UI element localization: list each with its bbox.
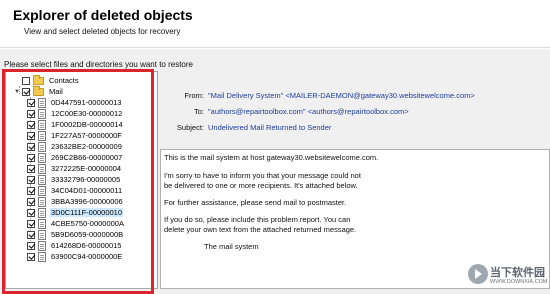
tree-node-mail[interactable]: ▼ Mail (13, 85, 64, 97)
tree-node-mail-item[interactable]: 4CBE5750-0000000A (27, 218, 125, 229)
dialog-subtitle: View and select deleted objects for reco… (24, 27, 181, 36)
mail-item-checkbox[interactable] (27, 208, 35, 217)
mail-message-icon (38, 185, 46, 196)
mail-item-label: 3272225E-00000004 (51, 164, 122, 173)
folder-icon (33, 85, 44, 96)
body-line: be delivered to one or more recipients. … (164, 181, 358, 190)
tree-node-contacts[interactable]: Contacts (13, 74, 80, 86)
tree-node-mail-item[interactable]: 23632BE2-00000009 (27, 141, 123, 152)
tree-node-mail-item[interactable]: 614268D6-00000015 (27, 240, 122, 251)
contacts-checkbox[interactable] (22, 76, 30, 85)
from-label: From: (184, 91, 204, 100)
mail-message-icon (38, 108, 46, 119)
mail-item-label: 34C04D01-00000011 (51, 186, 123, 195)
mail-message-icon (38, 196, 46, 207)
mail-item-checkbox[interactable] (27, 153, 35, 162)
mail-checkbox[interactable] (22, 87, 30, 96)
from-value: "Mail Delivery System" <MAILER-DAEMON@ga… (208, 91, 475, 100)
mail-item-checkbox[interactable] (27, 252, 35, 261)
tree-node-mail-item[interactable]: 5B9D6059-0000000B (27, 229, 124, 240)
mail-message-icon (38, 152, 46, 163)
mail-item-checkbox[interactable] (27, 142, 35, 151)
subject-row: Subject: Undelivered Mail Returned to Se… (160, 123, 332, 132)
mail-item-checkbox[interactable] (27, 241, 35, 250)
tree-node-mail-item[interactable]: 3D0C111F-00000010 (27, 207, 124, 218)
tree-node-mail-item[interactable]: 0D447591-00000013 (27, 97, 122, 108)
body-line: The mail system (204, 242, 259, 251)
watermark-brand: 当下软件园 (490, 267, 545, 279)
mail-item-label: 33332796-00000005 (51, 175, 121, 184)
tree-node-mail-item[interactable]: 34C04D01-00000011 (27, 185, 123, 196)
tree-node-mail-item[interactable]: 12C00E30-00000012 (27, 108, 123, 119)
mail-message-icon (38, 218, 46, 229)
mail-item-checkbox[interactable] (27, 98, 35, 107)
body-line: If you do so, please include this proble… (164, 215, 351, 224)
watermark-logo: 当下软件园 WWW.DOWNXIA.COM (468, 262, 548, 290)
mail-message-icon (38, 163, 46, 174)
mail-item-label: 3D0C111F-00000010 (50, 208, 124, 217)
mail-item-checkbox[interactable] (27, 109, 35, 118)
mail-item-label: 269C2B66-00000007 (51, 153, 123, 162)
tree-node-mail-item[interactable]: 63900C94-0000000E (27, 251, 123, 262)
mail-message-icon (38, 240, 46, 251)
folder-icon (33, 74, 44, 85)
mail-item-checkbox[interactable] (27, 219, 35, 228)
mail-message-icon (38, 97, 46, 108)
subject-label: Subject: (176, 123, 204, 132)
mail-item-checkbox[interactable] (27, 120, 35, 129)
to-label: To: (193, 107, 204, 116)
dialog-content: Please select files and directories you … (0, 49, 550, 294)
mail-item-checkbox[interactable] (27, 131, 35, 140)
mail-item-label: 23632BE2-00000009 (51, 142, 122, 151)
tree-node-label: Contacts (49, 76, 79, 85)
to-value: "authors@repairtoolbox.com" <authors@rep… (208, 107, 409, 116)
mail-message-icon (38, 141, 46, 152)
mail-message-icon (38, 229, 46, 240)
tree-node-mail-item[interactable]: 3272225E-00000004 (27, 163, 122, 174)
body-line: I'm sorry to have to inform you that you… (164, 171, 361, 180)
tree-node-mail-item[interactable]: 3BBA3996-00000006 (27, 196, 124, 207)
mail-item-label: 614268D6-00000015 (51, 241, 122, 250)
tree-node-mail-item[interactable]: 33332796-00000005 (27, 174, 121, 185)
mail-message-icon (38, 119, 46, 130)
mail-item-label: 1F0002DB-00000014 (51, 120, 123, 129)
dialog-header: Explorer of deleted objects View and sel… (0, 0, 550, 48)
mail-message-icon (38, 174, 46, 185)
restore-prompt: Please select files and directories you … (4, 60, 193, 69)
mail-item-label: 0D447591-00000013 (51, 98, 122, 107)
to-row: To: "authors@repairtoolbox.com" <authors… (160, 107, 409, 116)
mail-item-checkbox[interactable] (27, 197, 35, 206)
watermark-url: WWW.DOWNXIA.COM (490, 279, 548, 285)
subject-value: Undelivered Mail Returned to Sender (208, 123, 332, 132)
tree-node-label: Mail (49, 87, 63, 96)
mail-message-icon (38, 130, 46, 141)
expander-blank (13, 77, 21, 85)
mail-item-label: 3BBA3996-00000006 (51, 197, 123, 206)
message-details: From: "Mail Delivery System" <MAILER-DAE… (160, 71, 550, 291)
mail-item-label: 5B9D6059-0000000B (51, 230, 124, 239)
play-logo-icon (468, 264, 488, 284)
body-line: delete your own text from the attached r… (164, 225, 357, 234)
mail-message-icon (38, 207, 46, 218)
tree-node-mail-item[interactable]: 1F227A57-0000000F (27, 130, 123, 141)
mail-item-checkbox[interactable] (27, 186, 35, 195)
deleted-objects-tree[interactable]: Contacts ▼ Mail 0D447591-00000013 12C00E3… (5, 71, 158, 289)
body-line: For further assistance, please send mail… (164, 198, 347, 207)
mail-item-checkbox[interactable] (27, 164, 35, 173)
mail-message-icon (38, 251, 46, 262)
dialog-title: Explorer of deleted objects (13, 7, 193, 23)
mail-item-label: 4CBE5750-0000000A (51, 219, 124, 228)
mail-item-label: 12C00E30-00000012 (51, 109, 123, 118)
mail-item-checkbox[interactable] (27, 230, 35, 239)
from-row: From: "Mail Delivery System" <MAILER-DAE… (160, 91, 475, 100)
mail-item-label: 1F227A57-0000000F (51, 131, 122, 140)
body-line: This is the mail system at host gateway3… (164, 153, 379, 162)
mail-item-checkbox[interactable] (27, 175, 35, 184)
chevron-down-icon[interactable]: ▼ (13, 88, 21, 96)
tree-node-mail-item[interactable]: 269C2B66-00000007 (27, 152, 123, 163)
mail-item-label: 63900C94-0000000E (51, 252, 123, 261)
tree-node-mail-item[interactable]: 1F0002DB-00000014 (27, 119, 124, 130)
